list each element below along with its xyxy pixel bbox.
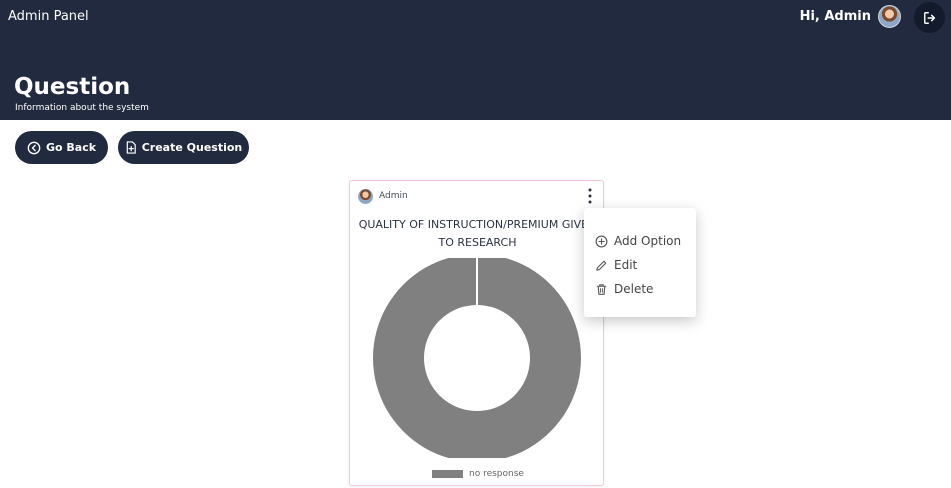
question-card: Admin QUALITY OF INSTRUCTION/PREMIUM GIV…: [349, 180, 604, 486]
pencil-icon: [596, 260, 607, 271]
menu-item-delete[interactable]: Delete: [595, 279, 653, 299]
author-avatar: [358, 189, 373, 204]
legend-label: no response: [469, 469, 524, 479]
legend-swatch: [432, 470, 463, 478]
top-header: Admin Panel Hi, Admin Question Informati…: [0, 0, 951, 120]
chart-legend: no response: [432, 469, 524, 479]
menu-item-label: Edit: [614, 258, 638, 272]
menu-item-edit[interactable]: Edit: [595, 255, 637, 275]
author-name: Admin: [379, 191, 408, 201]
go-back-button[interactable]: Go Back: [15, 131, 108, 164]
user-greeting: Hi, Admin: [799, 9, 871, 24]
response-donut-chart: [373, 258, 581, 458]
go-back-label: Go Back: [45, 141, 97, 154]
menu-item-label: Add Option: [614, 234, 682, 248]
more-options-icon[interactable]: [584, 187, 596, 205]
user-avatar[interactable]: [878, 5, 901, 28]
app-title: Admin Panel: [8, 9, 89, 24]
create-question-button[interactable]: Create Question: [118, 131, 249, 164]
menu-item-label: Delete: [614, 282, 654, 296]
menu-item-add-option[interactable]: Add Option: [595, 231, 681, 251]
page-subtitle: Information about the system: [15, 103, 149, 113]
page-title: Question: [14, 74, 131, 100]
options-menu: Add Option Edit Delete: [584, 208, 696, 317]
arrow-left-circle-icon: [27, 141, 41, 154]
file-plus-icon: [126, 141, 136, 154]
logout-icon: [923, 11, 935, 24]
logout-button[interactable]: [914, 2, 945, 33]
plus-circle-icon: [595, 235, 608, 247]
create-question-label: Create Question: [141, 141, 243, 154]
question-title: QUALITY OF INSTRUCTION/PREMIUM GIVEN TO …: [358, 218, 597, 249]
trash-icon: [596, 283, 607, 295]
